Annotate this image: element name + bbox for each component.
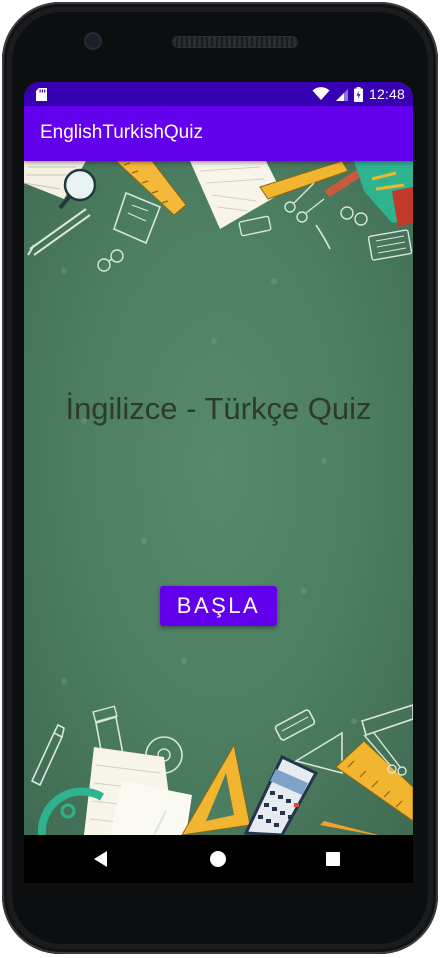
home-icon[interactable] (210, 851, 226, 867)
device-screen: 12:48 EnglishTurkishQuiz İngilizce - Tür… (24, 82, 413, 835)
outline-ruler-doodle (361, 704, 413, 737)
signal-icon (335, 88, 348, 101)
app-title: EnglishTurkishQuiz (40, 122, 203, 143)
recents-icon[interactable] (326, 852, 340, 866)
battery-icon (353, 86, 363, 102)
watermark-pattern (61, 268, 357, 724)
calculator-doodle (243, 755, 319, 835)
earpiece-speaker (172, 36, 298, 48)
front-camera (86, 34, 100, 48)
status-time: 12:48 (368, 86, 405, 102)
eraser-doodle (238, 215, 272, 237)
glue-tube-doodle (30, 723, 65, 787)
back-icon[interactable] (94, 851, 107, 867)
main-content: İngilizce - Türkçe Quiz BAŞLA (24, 161, 413, 835)
start-button[interactable]: BAŞLA (160, 586, 277, 626)
status-bar: 12:48 (24, 82, 413, 106)
quiz-title: İngilizce - Türkçe Quiz (65, 391, 372, 426)
chalkboard-doodles-background (24, 161, 413, 835)
tablet-doodle (354, 161, 413, 227)
paperclip-doodle (315, 224, 331, 250)
keyboard-doodle (367, 229, 413, 261)
sd-card-icon (36, 88, 47, 101)
app-bar: EnglishTurkishQuiz (24, 106, 413, 161)
pencil-doodle-left (27, 208, 91, 256)
bottom-paper-doodle-2 (110, 781, 192, 835)
set-square-doodle (181, 743, 251, 835)
ruler-doodle (115, 161, 187, 216)
status-icons: 12:48 (312, 82, 405, 106)
navigation-bar (24, 835, 413, 883)
bottom-ruler-doodle (335, 740, 413, 822)
orange-pencil-doodle (320, 821, 378, 835)
wifi-icon (312, 87, 330, 100)
eraser-set-doodle (274, 709, 316, 741)
book-doodle (113, 191, 162, 245)
